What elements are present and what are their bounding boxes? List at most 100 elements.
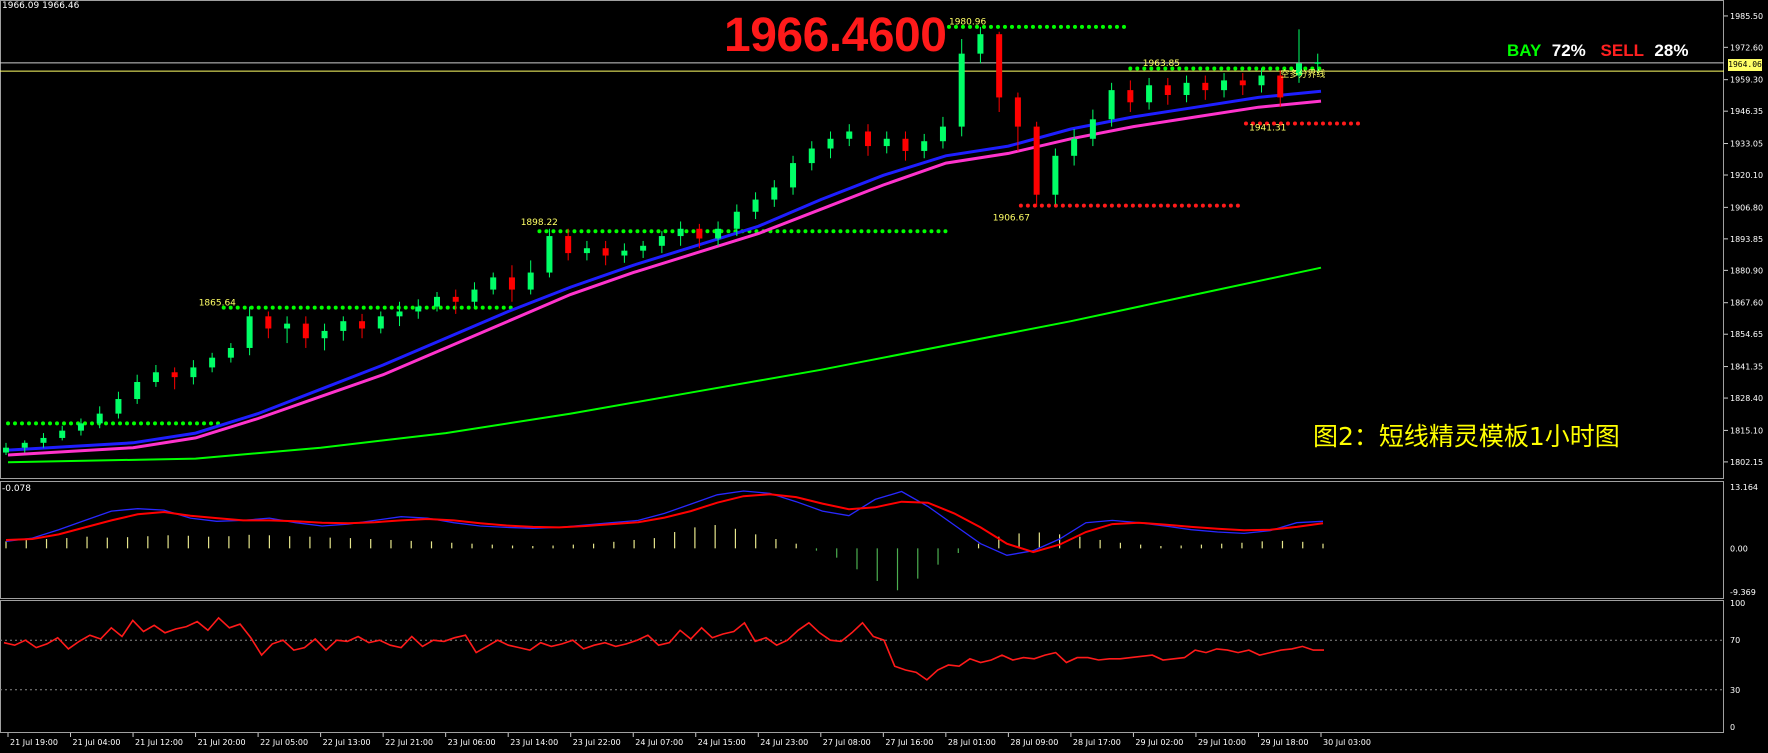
candle-body bbox=[1258, 75, 1265, 86]
level-dot bbox=[1025, 203, 1030, 208]
candle bbox=[452, 289, 459, 314]
level-dot bbox=[375, 305, 380, 310]
y-tick-label: 1906.80 bbox=[1730, 203, 1763, 212]
candle-body bbox=[715, 228, 722, 239]
level-dot bbox=[1086, 24, 1091, 29]
candle-body bbox=[677, 228, 684, 237]
sell-label: SELL bbox=[1600, 41, 1644, 60]
rsi-indicator: 100 70 30 0 bbox=[0, 599, 1745, 732]
level-dot bbox=[908, 229, 913, 234]
candle bbox=[1164, 77, 1171, 105]
x-tick-label: 23 Jul 22:00 bbox=[573, 738, 621, 747]
level-dot bbox=[1002, 24, 1007, 29]
candle-body bbox=[939, 126, 946, 142]
candle bbox=[1033, 121, 1040, 207]
candle bbox=[546, 228, 553, 278]
x-tick-label: 22 Jul 21:00 bbox=[385, 738, 433, 747]
candle bbox=[939, 116, 946, 149]
level-dot bbox=[1018, 203, 1023, 208]
moving-averages bbox=[7, 89, 1322, 464]
level-dot bbox=[1198, 66, 1203, 71]
x-axis-ticks: 21 Jul 19:00 21 Jul 04:00 21 Jul 12:00 21 J… bbox=[7, 733, 1371, 747]
level-dot bbox=[824, 229, 829, 234]
level-dot bbox=[782, 229, 787, 234]
level-dot bbox=[943, 229, 948, 234]
level-dot bbox=[459, 305, 464, 310]
level-dot bbox=[1046, 203, 1051, 208]
rsi-y-label: 0 bbox=[1730, 723, 1735, 732]
candle-body bbox=[1221, 80, 1228, 91]
candle bbox=[227, 343, 234, 363]
level-dot bbox=[1130, 203, 1135, 208]
candle-body bbox=[864, 131, 871, 147]
level-dot bbox=[1081, 203, 1086, 208]
level-dot bbox=[1100, 24, 1105, 29]
level-dot bbox=[6, 421, 10, 426]
candle-body bbox=[1202, 82, 1209, 91]
y-tick-label: 1854.65 bbox=[1730, 330, 1763, 339]
level-dot bbox=[195, 421, 199, 426]
level-dot bbox=[160, 421, 164, 426]
candle-body bbox=[302, 323, 309, 339]
level-dot bbox=[852, 229, 857, 234]
level-dot bbox=[593, 229, 598, 234]
candle-body bbox=[1164, 85, 1171, 95]
level-dot bbox=[354, 305, 359, 310]
level-dot bbox=[1355, 121, 1360, 126]
annotation-3: 1963.85 bbox=[1143, 59, 1180, 69]
level-dot bbox=[1299, 121, 1304, 126]
chart-stage: 1865.64 1898.22 1980.96 1963.85 1941.31 1906.… bbox=[0, 0, 1768, 753]
level-dot bbox=[312, 305, 317, 310]
candle bbox=[340, 316, 347, 341]
level-dot bbox=[558, 229, 563, 234]
candle-body bbox=[996, 34, 1003, 98]
level-dot bbox=[572, 229, 577, 234]
level-dot bbox=[1212, 66, 1217, 71]
level-dot bbox=[1240, 66, 1245, 71]
candle bbox=[752, 192, 759, 220]
candle-body bbox=[377, 316, 384, 329]
candle bbox=[1146, 77, 1153, 110]
level-dot bbox=[13, 421, 17, 426]
y-tick-label: 1815.10 bbox=[1730, 426, 1763, 435]
candle bbox=[321, 323, 328, 351]
y-axis-ticks: 1985.50 1972.60 1959.30 1946.35 1933.05 1920.… bbox=[1724, 12, 1763, 467]
candle-body bbox=[621, 250, 628, 256]
level-dot bbox=[803, 229, 808, 234]
level-dot bbox=[726, 229, 731, 234]
level-dot bbox=[901, 229, 906, 234]
level-dot bbox=[1079, 24, 1084, 29]
level-dot bbox=[628, 229, 633, 234]
candle bbox=[1202, 75, 1209, 100]
x-tick-label: 21 Jul 20:00 bbox=[198, 738, 246, 747]
level-dot bbox=[929, 229, 934, 234]
level-dot bbox=[845, 229, 850, 234]
level-dot bbox=[838, 229, 843, 234]
ohlc-header: 1966.09 1966.46 bbox=[2, 1, 80, 11]
candle bbox=[583, 240, 590, 261]
y-tick-label: 1985.50 bbox=[1730, 12, 1763, 21]
level-dot bbox=[1135, 66, 1140, 71]
candle bbox=[209, 352, 216, 373]
candle-body bbox=[827, 138, 834, 149]
level-dot bbox=[684, 229, 689, 234]
level-dot bbox=[544, 229, 549, 234]
level-dot bbox=[1114, 24, 1119, 29]
candle-body bbox=[1127, 90, 1134, 103]
level-dot bbox=[607, 229, 612, 234]
level-dot bbox=[249, 305, 254, 310]
level-dot bbox=[537, 229, 542, 234]
level-dot bbox=[1009, 24, 1014, 29]
level-dot bbox=[817, 229, 822, 234]
candle bbox=[471, 282, 478, 307]
candle-body bbox=[1183, 82, 1190, 95]
level-dot bbox=[635, 229, 640, 234]
candle bbox=[508, 265, 515, 302]
x-tick-label: 23 Jul 14:00 bbox=[510, 738, 558, 747]
candle-body bbox=[921, 141, 928, 151]
level-dot bbox=[1228, 203, 1233, 208]
level-dot bbox=[202, 421, 206, 426]
level-dot bbox=[656, 229, 661, 234]
x-tick-label: 27 Jul 08:00 bbox=[823, 738, 871, 747]
level-dot bbox=[146, 421, 150, 426]
